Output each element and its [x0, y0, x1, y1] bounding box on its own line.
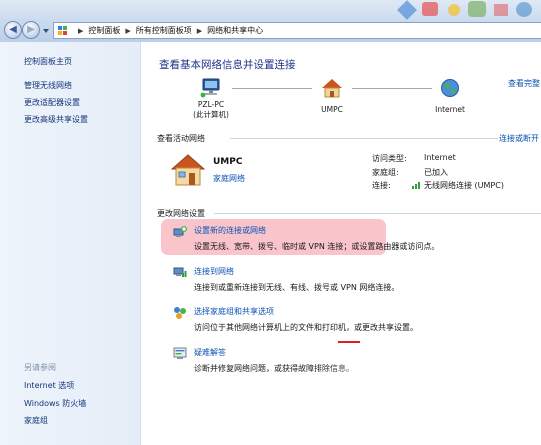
breadcrumb-control-panel[interactable]: 控制面板 — [88, 25, 120, 36]
active-network-name: UMPC — [213, 157, 243, 167]
page-title: 查看基本网络信息并设置连接 — [159, 59, 296, 71]
section-divider — [230, 138, 498, 139]
computer-icon — [200, 78, 220, 98]
map-network-node: UMPC — [312, 78, 352, 114]
map-network-name: UMPC — [321, 105, 343, 114]
forward-button[interactable]: ▶ — [22, 21, 40, 39]
home-network-large-icon — [171, 154, 205, 186]
breadcrumb-network-center[interactable]: 网络和共享中心 — [207, 25, 263, 36]
connect-network-icon — [173, 267, 187, 277]
map-link-line — [352, 88, 432, 89]
homegroup-sharing-icon — [174, 307, 186, 319]
white-overlay-annotation — [320, 343, 541, 372]
access-type-value: Internet — [424, 153, 456, 162]
network-type-link[interactable]: 家庭网络 — [213, 173, 245, 184]
access-type-label: 访问类型: — [372, 154, 407, 163]
connect-disconnect-link[interactable]: 连接或断开 — [499, 133, 539, 144]
breadcrumb-separator-icon: ▶ — [78, 26, 84, 35]
computer-subtitle: (此计算机) — [193, 110, 229, 119]
homegroup-label: 家庭组: — [372, 168, 399, 177]
forward-arrow-icon: ▶ — [27, 24, 35, 35]
homegroup-value-link[interactable]: 已加入 — [424, 167, 448, 178]
back-button[interactable]: ◀ — [4, 21, 22, 39]
wireless-signal-icon — [412, 182, 420, 189]
control-panel-icon — [58, 25, 68, 36]
computer-name: PZL-PC — [197, 100, 225, 109]
sidebar-item-adapter-settings[interactable]: 更改适配器设置 — [24, 97, 80, 108]
main-content: 查看基本网络信息并设置连接 查看完整 PZL-PC (此计算机) UMPC In… — [142, 42, 541, 445]
recent-pages-dropdown[interactable] — [42, 27, 50, 35]
setup-new-connection-link[interactable]: 设置新的连接或网络 — [194, 225, 266, 236]
see-also-heading: 另请参阅 — [24, 363, 56, 372]
map-internet-label: Internet — [435, 105, 465, 114]
globe-icon — [441, 79, 459, 97]
active-networks-heading: 查看活动网络 — [157, 134, 205, 143]
address-toolbar: ◀ ▶ ▶ 控制面板 ▶ 所有控制面板项 ▶ 网络和共享中心 — [0, 0, 541, 42]
breadcrumb-separator-icon: ▶ — [196, 26, 203, 35]
see-also-windows-firewall[interactable]: Windows 防火墙 — [24, 398, 86, 409]
sidebar: 控制面板主页 管理无线网络 更改适配器设置 更改高级共享设置 另请参阅 Inte… — [0, 42, 141, 445]
sidebar-home-link[interactable]: 控制面板主页 — [24, 56, 72, 67]
breadcrumb-separator-icon: ▶ — [125, 26, 131, 35]
map-internet-node: Internet — [430, 78, 470, 114]
map-computer-node: PZL-PC (此计算机) — [188, 78, 234, 120]
see-also-homegroup[interactable]: 家庭组 — [24, 415, 48, 426]
connect-to-network-desc: 连接到或重新连接到无线、有线、拨号或 VPN 网络连接。 — [194, 283, 400, 292]
map-link-line — [232, 88, 312, 89]
address-bar[interactable]: ▶ 控制面板 ▶ 所有控制面板项 ▶ 网络和共享中心 — [53, 22, 541, 39]
homegroup-sharing-link[interactable]: 选择家庭组和共享选项 — [194, 306, 274, 317]
sidebar-item-manage-wireless[interactable]: 管理无线网络 — [24, 80, 72, 91]
sidebar-item-advanced-sharing[interactable]: 更改高级共享设置 — [24, 114, 88, 125]
change-settings-heading: 更改网络设置 — [157, 209, 205, 218]
back-arrow-icon: ◀ — [9, 24, 17, 35]
home-network-icon — [322, 79, 342, 98]
homegroup-sharing-desc: 访问位于其他网络计算机上的文件和打印机，或更改共享设置。 — [194, 323, 418, 332]
connections-label: 连接: — [372, 181, 391, 190]
decorative-banner — [392, 0, 541, 21]
connect-to-network-link[interactable]: 连接到网络 — [194, 266, 234, 277]
troubleshoot-link[interactable]: 疑难解答 — [194, 347, 226, 358]
breadcrumb-all-items[interactable]: 所有控制面板项 — [136, 25, 192, 36]
view-full-map-link[interactable]: 查看完整 — [508, 78, 540, 89]
troubleshoot-icon — [173, 347, 187, 359]
setup-new-connection-desc: 设置无线、宽带、拨号、临时或 VPN 连接；或设置路由器或访问点。 — [194, 242, 440, 251]
section-divider — [214, 213, 541, 214]
see-also-internet-options[interactable]: Internet 选项 — [24, 380, 74, 391]
new-connection-icon — [173, 226, 187, 237]
wireless-connection-link[interactable]: 无线网络连接 (UMPC) — [424, 180, 504, 191]
